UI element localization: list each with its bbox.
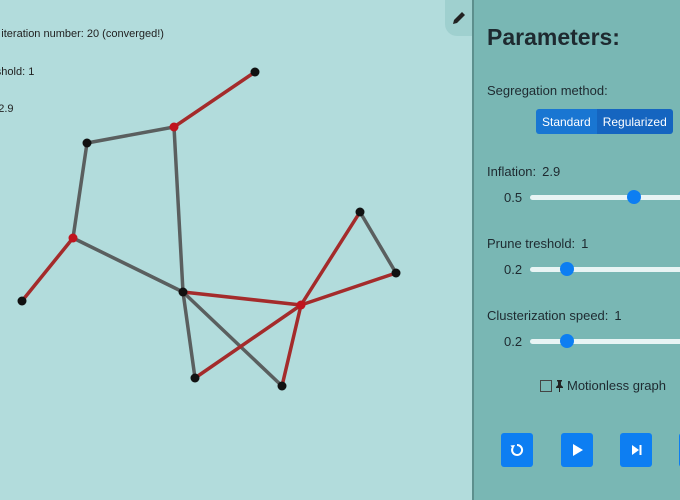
- graph-node[interactable]: [250, 67, 260, 77]
- graph-node[interactable]: [178, 287, 188, 297]
- reset-icon: [510, 443, 524, 456]
- inflation-label: Inflation: 2.9: [487, 164, 560, 179]
- edges: [20, 70, 398, 388]
- graph-edge: [299, 210, 362, 307]
- inflation-value: 2.9: [542, 164, 561, 179]
- speed-min: 0.2: [504, 334, 523, 349]
- segregation-label: Segregation method:: [487, 83, 608, 98]
- graph-edge: [299, 271, 398, 307]
- step-forward-icon: [632, 445, 642, 455]
- prune-slider-thumb[interactable]: [559, 262, 574, 276]
- segregation-standard-button[interactable]: Standard: [536, 109, 597, 134]
- graph-edge: [20, 236, 75, 303]
- graph-edge: [71, 236, 185, 294]
- graph-node[interactable]: [391, 268, 401, 278]
- prune-value: 1: [581, 236, 589, 251]
- prune-label-text: Prune treshold:: [487, 236, 576, 251]
- panel-title: Parameters:: [487, 24, 620, 50]
- graph-node[interactable]: [190, 373, 200, 383]
- inflation-slider[interactable]: [530, 190, 680, 204]
- segregation-regularized-button[interactable]: Regularized: [596, 109, 673, 134]
- segregation-toggle: Standard Regularized: [536, 109, 673, 134]
- speed-slider-thumb[interactable]: [559, 334, 574, 348]
- prune-min: 0.2: [504, 262, 523, 277]
- graph-edge: [85, 125, 176, 145]
- graph-node[interactable]: [169, 122, 179, 132]
- graph-edge: [181, 290, 284, 388]
- edit-button[interactable]: [445, 0, 473, 36]
- graph-edge: [71, 141, 89, 240]
- pushpin-icon: [556, 379, 563, 392]
- graph-node[interactable]: [296, 300, 306, 310]
- speed-label-text: Clusterization speed:: [487, 308, 609, 323]
- graph-node[interactable]: [82, 138, 92, 148]
- graph-edge: [172, 125, 185, 294]
- play-button[interactable]: [561, 433, 593, 467]
- graph-edge: [358, 210, 398, 275]
- graph-edge: [181, 290, 303, 307]
- graph-node[interactable]: [68, 233, 78, 243]
- pencil-icon: [453, 12, 465, 24]
- prune-slider[interactable]: [530, 262, 680, 276]
- graph-edge: [181, 290, 197, 380]
- motionless-toggle[interactable]: Motionless graph: [540, 378, 666, 393]
- graph-canvas[interactable]: [0, 0, 472, 500]
- graph-edge: [172, 70, 257, 129]
- graph-node[interactable]: [355, 207, 365, 217]
- prune-label: Prune treshold: 1: [487, 236, 588, 251]
- graph-node[interactable]: [277, 381, 287, 391]
- speed-slider[interactable]: [530, 334, 680, 348]
- inflation-label-text: Inflation:: [487, 164, 537, 179]
- step-forward-button[interactable]: [620, 433, 652, 467]
- parameters-panel: Parameters: Segregation method: Standard…: [472, 0, 680, 500]
- play-icon: [573, 444, 583, 456]
- inflation-slider-thumb[interactable]: [627, 190, 641, 204]
- inflation-min: 0.5: [504, 190, 523, 205]
- speed-value: 1: [614, 308, 622, 323]
- motionless-checkbox[interactable]: [540, 379, 552, 392]
- motionless-label: Motionless graph: [567, 378, 666, 393]
- graph-node[interactable]: [17, 296, 27, 306]
- reset-button[interactable]: [501, 433, 533, 467]
- speed-label: Clusterization speed: 1: [487, 308, 622, 323]
